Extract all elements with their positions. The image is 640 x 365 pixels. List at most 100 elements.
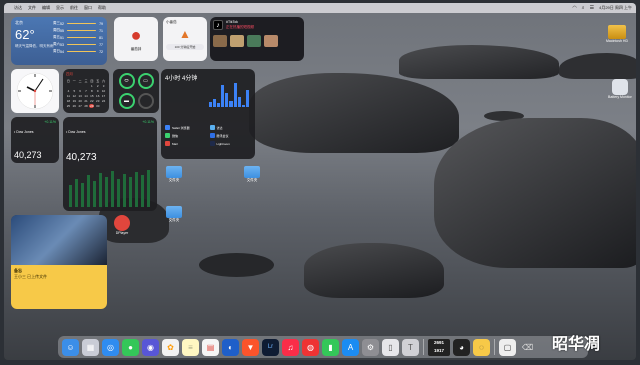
app-usage-row: Safari 浏览器 (165, 125, 207, 130)
tiktok-subtitle: 正在热播的短视频 (226, 25, 254, 29)
task-widget[interactable]: 小番茄 ▲ 100 分钟后开始 (163, 17, 207, 61)
menu-view[interactable]: 显示 (56, 5, 64, 11)
calendar-day: 16 (96, 94, 100, 98)
system-preferences-icon[interactable]: ⚙ (362, 338, 379, 356)
desktop-disk[interactable]: Macintosh HD (606, 25, 628, 43)
calendar-day: 8 (91, 89, 93, 93)
video-thumbnail[interactable] (230, 35, 244, 47)
screen-time-apps: Safari 浏览器 访达 微信 腾讯会议 Mail Lightroom (165, 125, 251, 146)
safari-icon[interactable]: ◎ (102, 338, 119, 356)
app-store-icon[interactable]: A (342, 338, 359, 356)
preview-icon[interactable]: ▯ (382, 338, 399, 356)
app-usage-row: Lightroom (209, 141, 252, 146)
battery-ring-mac: ▬ (118, 92, 135, 109)
screen-time-widget[interactable]: 4小时 4分钟 Safari 浏览器 访达 微信 腾讯会议 Mail Light… (161, 69, 255, 159)
app-label: Battery Monitor (608, 95, 632, 99)
app-usage-row: 腾讯会议 (209, 133, 252, 138)
messages-icon[interactable]: ● (122, 338, 139, 356)
forecast-row: 周日 54 72 (53, 49, 103, 54)
calendar-day: 9 (96, 89, 99, 93)
stock-widget-small[interactable]: • Dow Jones +0.11% 40,273 (11, 117, 59, 163)
menu-finder[interactable]: 访达 (14, 5, 22, 11)
calendar-day: 6 (79, 89, 81, 93)
calendar-day: 19 (72, 99, 76, 103)
calendar-day: 5 (73, 89, 76, 93)
calendar-widget[interactable]: 四月 日一二三四五六 1 2 3 4 5 6 7 8 9 10 11 12 13 14 15 16 17 18 19 2… (63, 69, 109, 113)
calendar-day: 四 (90, 79, 94, 83)
desktop-folder[interactable]: 文件夹 (166, 206, 182, 223)
podcasts-icon[interactable]: ◉ (142, 338, 159, 356)
edge-icon[interactable]: ◐ (222, 338, 239, 356)
menubar-clock[interactable]: 4月29日 周四 上午 (599, 5, 632, 11)
dock-separator (494, 339, 495, 355)
photo-note-widget[interactable]: 备忘 王小三 已上传文件 (11, 215, 107, 309)
menu-window[interactable]: 窗口 (84, 5, 92, 11)
photos-icon[interactable]: ✿ (162, 338, 179, 356)
control-center-icon[interactable]: ☰ (590, 5, 594, 11)
weather-widget[interactable]: 北京 62° 晴天气温降低，明天有雨 周三 52 79 周四 55 71 周五 51 81 … (11, 17, 107, 65)
calendar-day: 五 (96, 79, 100, 83)
lightbulb-icon[interactable]: ◌ (473, 338, 490, 356)
launchpad-icon[interactable]: ▦ (82, 338, 99, 356)
tiktok-widget[interactable]: ♪ #TikTok 正在热播的短视频 (210, 17, 304, 61)
mouse-icon: ⬭ (124, 78, 129, 85)
notes-icon[interactable]: ≡ (182, 338, 199, 356)
menu-bar: 访达 文件 编辑 显示 前往 窗口 帮助 ◠ ⌕ ☰ 4月29日 周四 上午 (4, 3, 636, 13)
calendar-day: 23 (96, 99, 100, 103)
analog-clock-icon (16, 72, 54, 110)
video-thumbnail[interactable] (264, 35, 278, 47)
calendar-day: 11 (66, 94, 70, 98)
disk-label: Macintosh HD (606, 39, 628, 43)
calendar-day: 17 (101, 94, 106, 98)
calendar-day: 三 (84, 79, 88, 83)
calendar-day: 24 (101, 99, 106, 103)
app-usage-row: Mail (165, 141, 207, 146)
clock-widget[interactable] (11, 69, 59, 113)
desktop-app-dplayer[interactable]: DPlayer (114, 215, 130, 235)
desktop-folder[interactable]: 文件夹 (244, 166, 260, 183)
folder-label: 文件夹 (168, 218, 180, 222)
stock-name: • Dow Jones (66, 130, 86, 134)
menu-file[interactable]: 文件 (28, 5, 36, 11)
music-icon[interactable]: ♫ (282, 338, 299, 356)
desktop-folder[interactable]: 文件夹 (166, 166, 182, 183)
flip-counter[interactable]: 2691 1917 (428, 338, 450, 356)
calendar-app-icon[interactable]: ▤ (202, 338, 219, 356)
battery-widget[interactable]: ⬭ ▭ ▬ (113, 69, 159, 113)
desktop-app-battery[interactable]: Battery Monitor (608, 79, 632, 99)
stock-chart (69, 170, 150, 207)
note-card: 备忘 王小三 已上传文件 (11, 265, 107, 309)
trash-icon[interactable]: ⌫ (519, 339, 536, 356)
video-thumbnail[interactable] (213, 35, 227, 47)
stock-widget-large[interactable]: • Dow Jones +0.11% 40,273 (63, 117, 157, 211)
netease-music-icon[interactable]: ◍ (302, 338, 319, 356)
istat-icon[interactable]: ◕ (453, 338, 470, 356)
battery-ring-empty (137, 92, 154, 109)
finder-icon[interactable]: ☺ (62, 338, 79, 356)
menu-go[interactable]: 前往 (70, 5, 78, 11)
numbers-icon[interactable]: ▮ (322, 338, 339, 356)
rock (399, 45, 559, 79)
keyboard-icon: ▭ (143, 78, 148, 85)
calendar-day: 10 (101, 89, 106, 93)
calendar-day: 26 (72, 104, 76, 108)
lightroom-icon[interactable]: Lr (262, 338, 279, 356)
wifi-icon[interactable]: ◠ (572, 5, 576, 11)
brave-icon[interactable]: ▼ (242, 338, 259, 356)
tomato-icon: ● (130, 25, 142, 45)
search-icon[interactable]: ⌕ (582, 5, 585, 11)
video-thumbnail[interactable] (247, 35, 261, 47)
forecast-row: 周三 52 79 (53, 21, 103, 26)
typora-icon[interactable]: T (402, 338, 419, 356)
calendar-day: 18 (66, 99, 71, 103)
calendar-day: 14 (84, 94, 88, 98)
stock-name: • Dow Jones (14, 130, 34, 134)
tiktok-logo-icon: ♪ (213, 20, 223, 30)
calendar-day: 22 (90, 99, 94, 103)
bird-icon: ▲ (179, 27, 191, 41)
menu-edit[interactable]: 编辑 (42, 5, 50, 11)
tomato-timer-widget[interactable]: ● 番茄钟 (114, 17, 158, 61)
rock (559, 53, 636, 79)
menu-help[interactable]: 帮助 (98, 5, 106, 11)
document-icon[interactable]: ▢ (499, 338, 516, 356)
